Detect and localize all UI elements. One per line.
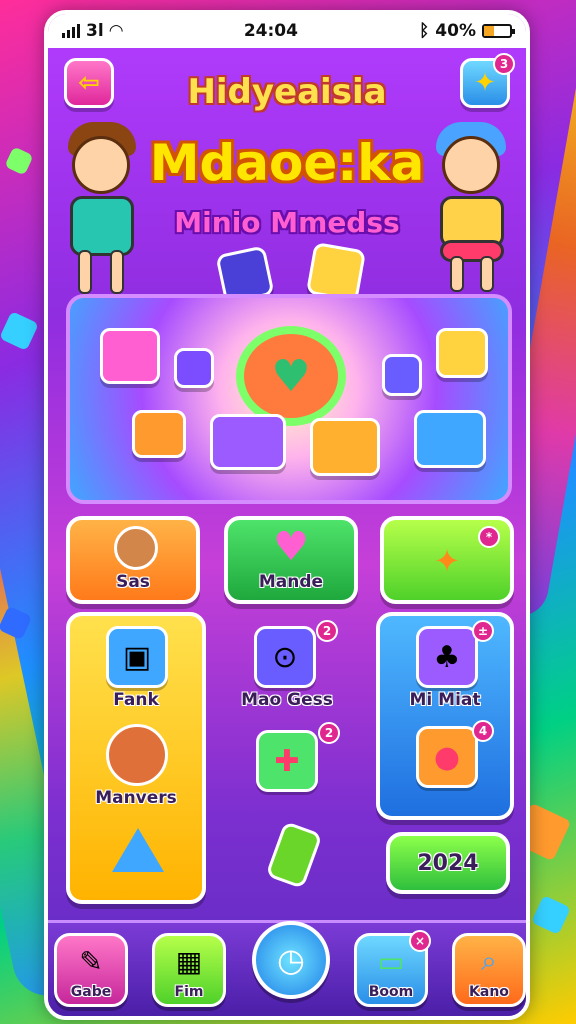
tile-mande-label: Mande bbox=[258, 572, 324, 592]
tile-sas[interactable]: Sas bbox=[66, 516, 200, 604]
background-cube bbox=[4, 146, 34, 176]
cannon-icon[interactable]: ⊙ bbox=[254, 626, 316, 688]
nav-boom-label: Boom bbox=[368, 984, 414, 1000]
nav-gabe[interactable]: ✎ Gabe bbox=[54, 933, 128, 1007]
nav-fim-label: Fim bbox=[174, 984, 204, 1000]
clock: 24:04 bbox=[243, 21, 298, 41]
potion-icon[interactable] bbox=[265, 820, 323, 890]
balloon-icon[interactable]: ● bbox=[416, 726, 478, 788]
right-panel: ♣ ± Mi Miat ● 4 bbox=[376, 612, 514, 820]
chest-icon bbox=[414, 410, 486, 468]
signal-icon bbox=[62, 24, 80, 38]
block-icon bbox=[310, 418, 380, 476]
photo-icon: ▦ bbox=[175, 944, 203, 978]
rank-icon[interactable]: ▣ bbox=[106, 626, 168, 688]
tile-sas-label: Sas bbox=[116, 572, 150, 592]
tile-mande[interactable]: ♥ Mande bbox=[224, 516, 358, 604]
gem-icon bbox=[174, 348, 214, 388]
kid-character-left bbox=[56, 122, 156, 294]
battery-percent: 40% bbox=[435, 21, 476, 41]
cross-icon[interactable]: ✚ bbox=[256, 730, 318, 792]
clock-icon: ◷ bbox=[277, 941, 305, 979]
gem-icon bbox=[382, 354, 422, 396]
search-icon: ⌕ bbox=[481, 944, 497, 977]
wifi-icon: ◠ bbox=[109, 21, 123, 41]
bottom-nav: ✎ Gabe ▦ Fim ◷ ▭ × Boom ⌕ Kano bbox=[48, 920, 526, 1016]
game-screen: 3l ◠ 24:04 ᛒ 40% ⇦ ✦ 3 Hidyeaisia Mdaoe:… bbox=[44, 10, 530, 1020]
background-cube bbox=[0, 311, 39, 351]
mi-miat-badge: ± bbox=[472, 620, 494, 642]
triangle-icon[interactable] bbox=[112, 828, 164, 872]
cross-badge: 2 bbox=[318, 722, 340, 744]
nav-kano-label: Kano bbox=[469, 984, 509, 1000]
nav-home-button[interactable]: ◷ bbox=[252, 921, 330, 999]
carrier-label: 3l bbox=[86, 21, 104, 41]
block-icon bbox=[210, 414, 286, 470]
rank-label: Fank bbox=[113, 690, 159, 710]
mao-gess-label: Mao Gess bbox=[241, 690, 333, 710]
bear-icon bbox=[114, 526, 158, 570]
gift-icon bbox=[132, 410, 186, 458]
heart-icon: ♥ bbox=[273, 524, 309, 570]
status-bar: 3l ◠ 24:04 ᛒ 40% bbox=[48, 14, 526, 48]
nav-gabe-label: Gabe bbox=[70, 984, 112, 1000]
score-button[interactable]: 2024 bbox=[386, 832, 510, 894]
mao-gess-badge: 2 bbox=[316, 620, 338, 642]
game-title-line1: Hidyeaisia bbox=[187, 72, 387, 112]
left-panel: ▣ Fank Manvers bbox=[66, 612, 206, 904]
tile-candy-badge: * bbox=[478, 526, 500, 548]
mi-miat-label: Mi Miat bbox=[409, 690, 481, 710]
fox-icon[interactable] bbox=[106, 724, 168, 786]
battery-icon bbox=[481, 24, 515, 38]
nav-fim[interactable]: ▦ Fim bbox=[152, 933, 226, 1007]
ticket-icon: ▭ bbox=[377, 944, 405, 978]
balloon-badge: 4 bbox=[472, 720, 494, 742]
pencil-icon: ✎ bbox=[79, 944, 103, 978]
tile-candy[interactable]: ✦ * bbox=[380, 516, 514, 604]
score-value: 2024 bbox=[417, 850, 479, 876]
featured-banner[interactable]: ♥ bbox=[66, 294, 512, 504]
nav-boom[interactable]: ▭ × Boom bbox=[354, 930, 431, 1007]
gem-icon bbox=[100, 328, 160, 384]
carrot-icon[interactable]: ♣ bbox=[416, 626, 478, 688]
nav-kano[interactable]: ⌕ Kano bbox=[452, 933, 526, 1007]
battery-level bbox=[483, 26, 495, 36]
manvers-label: Manvers bbox=[95, 788, 177, 808]
heart-wreath-icon: ♥ bbox=[236, 326, 346, 426]
kid-character-right bbox=[424, 122, 524, 292]
background-cube bbox=[531, 895, 571, 935]
bluetooth-icon: ᛒ bbox=[419, 21, 430, 41]
gem-icon bbox=[436, 328, 488, 378]
nav-boom-badge: × bbox=[409, 930, 431, 952]
